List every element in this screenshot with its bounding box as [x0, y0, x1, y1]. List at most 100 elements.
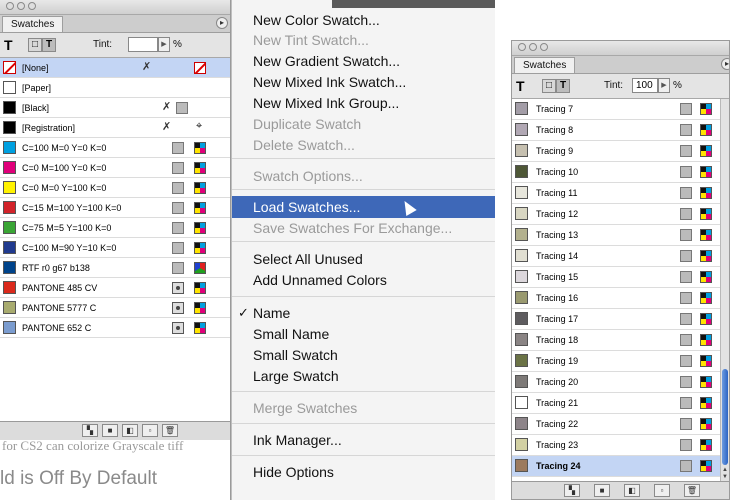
cmyk-mode-icon: [700, 418, 712, 430]
swatch-row[interactable]: Tracing 19: [512, 351, 720, 372]
delete-swatch-icon[interactable]: 🗑: [162, 424, 178, 437]
swatch-row[interactable]: C=0 M=0 Y=100 K=0: [0, 178, 230, 198]
panel-menu-icon[interactable]: ▸: [721, 58, 729, 70]
menu-item[interactable]: Merge Swatches: [232, 397, 495, 419]
menu-item[interactable]: Swatch Options...: [232, 165, 495, 187]
tint-arrow-icon[interactable]: ▶: [158, 37, 170, 52]
format-container-icon[interactable]: □: [28, 38, 42, 52]
swatch-chip: [3, 81, 16, 94]
menu-item[interactable]: Save Swatches For Exchange...: [232, 217, 495, 239]
swatch-row[interactable]: C=75 M=5 Y=100 K=0: [0, 218, 230, 238]
close-dot-icon[interactable]: [518, 43, 526, 51]
swatch-row[interactable]: Tracing 23: [512, 435, 720, 456]
swatch-row[interactable]: Tracing 17: [512, 309, 720, 330]
menu-separator: [232, 391, 495, 392]
swatch-row[interactable]: Tracing 15: [512, 267, 720, 288]
tint-input[interactable]: 100: [632, 78, 658, 93]
menu-item[interactable]: New Mixed Ink Group...: [232, 92, 495, 114]
fill-stroke-icon[interactable]: T: [516, 77, 536, 95]
swatch-row[interactable]: [Black] ✗: [0, 98, 230, 118]
scrollbar-thumb[interactable]: [722, 369, 728, 465]
swatch-row[interactable]: C=100 M=90 Y=10 K=0: [0, 238, 230, 258]
swatch-row[interactable]: PANTONE 652 C: [0, 318, 230, 338]
swatch-row[interactable]: RTF r0 g67 b138: [0, 258, 230, 278]
swatch-row[interactable]: PANTONE 485 CV: [0, 278, 230, 298]
swatch-row[interactable]: Tracing 7: [512, 99, 720, 120]
swatch-row[interactable]: Tracing 10: [512, 162, 720, 183]
process-color-icon: [680, 229, 692, 241]
menu-item[interactable]: New Mixed Ink Swatch...: [232, 71, 495, 93]
swatch-row[interactable]: Tracing 21: [512, 393, 720, 414]
menu-item[interactable]: Delete Swatch...: [232, 134, 495, 156]
fill-stroke-icon[interactable]: T: [4, 36, 24, 54]
swatch-row[interactable]: Tracing 9: [512, 141, 720, 162]
scroll-down-arrow-icon[interactable]: ▼: [721, 474, 729, 480]
swatch-row[interactable]: Tracing 20: [512, 372, 720, 393]
tint-label: Tint:: [604, 80, 624, 91]
zoom-dot-icon[interactable]: [540, 43, 548, 51]
cmyk-mode-icon: [700, 208, 712, 220]
tint-input[interactable]: [128, 37, 158, 52]
swatch-row[interactable]: Tracing 8: [512, 120, 720, 141]
swatch-row[interactable]: C=15 M=100 Y=100 K=0: [0, 198, 230, 218]
panel-titlebar[interactable]: [0, 0, 230, 15]
show-all-swatches-icon[interactable]: ▚: [82, 424, 98, 437]
format-text-icon[interactable]: T: [556, 79, 570, 93]
process-color-icon: [172, 262, 184, 274]
menu-item[interactable]: Duplicate Swatch: [232, 113, 495, 135]
new-swatch-icon[interactable]: ▫: [654, 484, 670, 497]
menu-item-label: New Color Swatch...: [253, 12, 380, 28]
show-all-swatches-icon[interactable]: ▚: [564, 484, 580, 497]
swatch-chip: [515, 417, 528, 430]
swatch-row[interactable]: C=0 M=100 Y=0 K=0: [0, 158, 230, 178]
swatch-list-scrollbar[interactable]: ▲ ▼: [720, 99, 729, 481]
swatch-row[interactable]: [None] ✗: [0, 58, 230, 78]
delete-swatch-icon[interactable]: 🗑: [684, 484, 700, 497]
minimize-dot-icon[interactable]: [529, 43, 537, 51]
menu-item[interactable]: Small Swatch: [232, 344, 495, 366]
swatch-row[interactable]: C=100 M=0 Y=0 K=0: [0, 138, 230, 158]
swatch-row[interactable]: Tracing 18: [512, 330, 720, 351]
show-color-swatches-icon[interactable]: ■: [102, 424, 118, 437]
cmyk-mode-icon: [700, 355, 712, 367]
swatch-row[interactable]: [Registration] ✗ ⌖: [0, 118, 230, 138]
menu-item[interactable]: Ink Manager...: [232, 429, 495, 451]
format-container-icon[interactable]: □: [542, 79, 556, 93]
zoom-dot-icon[interactable]: [28, 2, 36, 10]
panel-menu-icon[interactable]: ▸: [216, 17, 228, 29]
swatch-row[interactable]: Tracing 22: [512, 414, 720, 435]
scroll-up-arrow-icon[interactable]: ▲: [721, 467, 729, 473]
menu-item[interactable]: Add Unnamed Colors: [232, 269, 495, 291]
tint-percent: %: [673, 80, 682, 91]
menu-item[interactable]: New Tint Swatch...: [232, 29, 495, 51]
show-gradient-swatches-icon[interactable]: ◧: [122, 424, 138, 437]
swatch-row[interactable]: Tracing 16: [512, 288, 720, 309]
swatch-row[interactable]: Tracing 13: [512, 225, 720, 246]
panel-titlebar[interactable]: [512, 41, 729, 56]
swatch-row[interactable]: Tracing 24: [512, 456, 720, 477]
show-gradient-swatches-icon[interactable]: ◧: [624, 484, 640, 497]
tint-arrow-icon[interactable]: ▶: [658, 78, 670, 93]
menu-item[interactable]: Select All Unused: [232, 248, 495, 270]
swatch-row[interactable]: Tracing 11: [512, 183, 720, 204]
tab-swatches[interactable]: Swatches: [514, 57, 576, 73]
show-color-swatches-icon[interactable]: ■: [594, 484, 610, 497]
menu-item[interactable]: ✓ Name: [232, 302, 495, 324]
menu-item[interactable]: Hide Options: [232, 461, 495, 483]
menu-item[interactable]: New Gradient Swatch...: [232, 50, 495, 72]
swatch-row[interactable]: [Paper]: [0, 78, 230, 98]
menu-item[interactable]: Load Swatches...: [232, 196, 495, 218]
swatch-row[interactable]: PANTONE 5777 C: [0, 298, 230, 318]
menu-item[interactable]: Large Swatch: [232, 365, 495, 387]
swatch-row[interactable]: Tracing 12: [512, 204, 720, 225]
minimize-dot-icon[interactable]: [17, 2, 25, 10]
menu-separator: [232, 296, 495, 297]
menu-item[interactable]: Small Name: [232, 323, 495, 345]
tab-swatches[interactable]: Swatches: [2, 16, 64, 32]
format-text-icon[interactable]: T: [42, 38, 56, 52]
swatch-row[interactable]: Tracing 14: [512, 246, 720, 267]
close-dot-icon[interactable]: [6, 2, 14, 10]
new-swatch-icon[interactable]: ▫: [142, 424, 158, 437]
menu-item-label: Delete Swatch...: [253, 137, 355, 153]
menu-item[interactable]: New Color Swatch...: [232, 9, 495, 31]
